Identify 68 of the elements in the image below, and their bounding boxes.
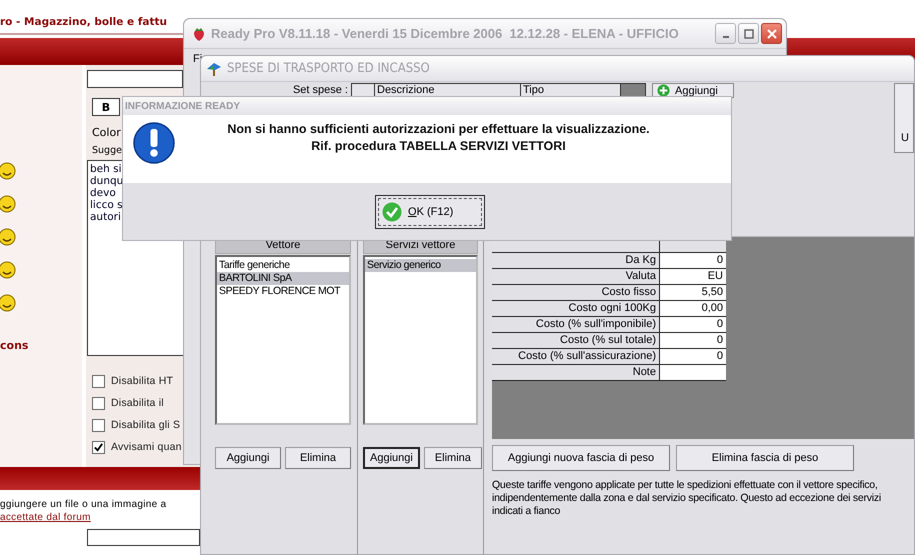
color-label: Color [92, 126, 121, 139]
list-button[interactable]: Aggiungi [363, 447, 420, 469]
minimize-button[interactable] [715, 23, 736, 44]
rate-value[interactable]: 0,00 [660, 301, 726, 317]
list-item[interactable]: Tariffe generiche [217, 259, 349, 272]
option-label: Disabilita gli S [111, 419, 180, 431]
rate-value[interactable]: 0 [660, 333, 726, 349]
message-text: Non si hanno sufficienti autorizzazioni per effettuare la visualizzazione. [226, 121, 651, 138]
plus-icon [657, 84, 670, 97]
rate-value[interactable]: 0 [660, 253, 726, 269]
emoticon-icon[interactable] [0, 261, 16, 279]
rate-value[interactable]: 0 [660, 317, 726, 333]
subject-field[interactable] [87, 70, 183, 88]
emoticon-icon[interactable] [0, 228, 16, 246]
list-item[interactable]: Servizio generico [365, 259, 476, 272]
checkbox[interactable] [92, 418, 105, 432]
rate-label: Costo fisso [492, 285, 660, 301]
rate-label: Costo (% sull'assicurazione) [492, 349, 660, 365]
rate-label: Costo (% sul totale) [492, 333, 660, 349]
rate-value[interactable]: 0 [660, 349, 726, 365]
maximize-button[interactable] [738, 23, 759, 44]
list-button[interactable]: Aggiungi [215, 447, 281, 469]
rate-value[interactable]: EU [660, 269, 726, 285]
emoticons-caption: cons [0, 339, 28, 352]
band-button[interactable]: Aggiungi nuova fascia di peso [492, 445, 670, 471]
forum-link[interactable]: accettate dal forum [0, 512, 91, 523]
check-icon [382, 202, 402, 222]
side-button[interactable]: U [894, 83, 914, 153]
file-field[interactable] [87, 529, 200, 546]
tree-icon [206, 60, 222, 76]
list-item[interactable]: SPEEDY FLORENCE MOT [217, 285, 349, 298]
suggest-label: Sugge [92, 145, 122, 156]
checkbox[interactable] [92, 396, 105, 410]
rate-label: Note [492, 365, 660, 381]
rate-label: Da Kg [492, 253, 660, 269]
info-icon [132, 121, 176, 165]
message-text: Rif. procedura TABELLA SERVIZI VETTORI [310, 138, 567, 155]
note-text: Queste tariffe vengono applicate per tutte le spedizioni effettuate con il vettore specifico, indipendentemente dalla zona e dal servizio specificato. Questo ad eccezione dei servizi indicati a fianco [492, 479, 882, 518]
option-label: Disabilita il [111, 397, 164, 409]
close-button[interactable] [761, 23, 782, 44]
checkbox[interactable] [92, 440, 105, 454]
close-icon [766, 28, 776, 38]
rate-label: Costo ogni 100Kg [492, 301, 660, 317]
emoticon-icon[interactable] [0, 195, 16, 213]
rate-label: Costo (% sull'imponibile) [492, 317, 660, 333]
ok-button[interactable]: OK (F12) [375, 195, 485, 229]
option-label: Disabilita HT [111, 375, 174, 387]
strawberry-icon [191, 26, 207, 42]
window-title: Ready Pro V8.11.18 - Venerdi 15 Dicembre 2006 12.12.28 - ELENA - UFFICIO [211, 26, 679, 41]
minimize-icon [722, 36, 728, 38]
rate-label: Valuta [492, 269, 660, 285]
dialog-title: INFORMAZIONE READY [125, 100, 240, 112]
option-label: Avvisami quan [111, 441, 182, 453]
rate-value[interactable]: 5,50 [660, 285, 726, 301]
emoticon-icon[interactable] [0, 294, 16, 312]
list-button[interactable]: Elimina [424, 447, 482, 469]
maximize-icon [744, 28, 754, 38]
list-item[interactable]: BARTOLINI SpA [217, 272, 349, 285]
band-button[interactable]: Elimina fascia di peso [676, 445, 854, 471]
page-title: ro - Magazzino, bolle e fattu [0, 16, 183, 35]
window-title: SPESE DI TRASPORTO ED INCASSO [227, 61, 430, 76]
bold-button[interactable]: B [92, 98, 120, 116]
rate-field[interactable] [660, 365, 726, 381]
attach-text: ggiungere un file o una immagine a [0, 499, 166, 510]
list-button[interactable]: Elimina [285, 447, 351, 469]
set-label: Set spese : [292, 84, 348, 96]
checkbox[interactable] [92, 374, 105, 388]
emoticon-icon[interactable] [0, 162, 16, 180]
